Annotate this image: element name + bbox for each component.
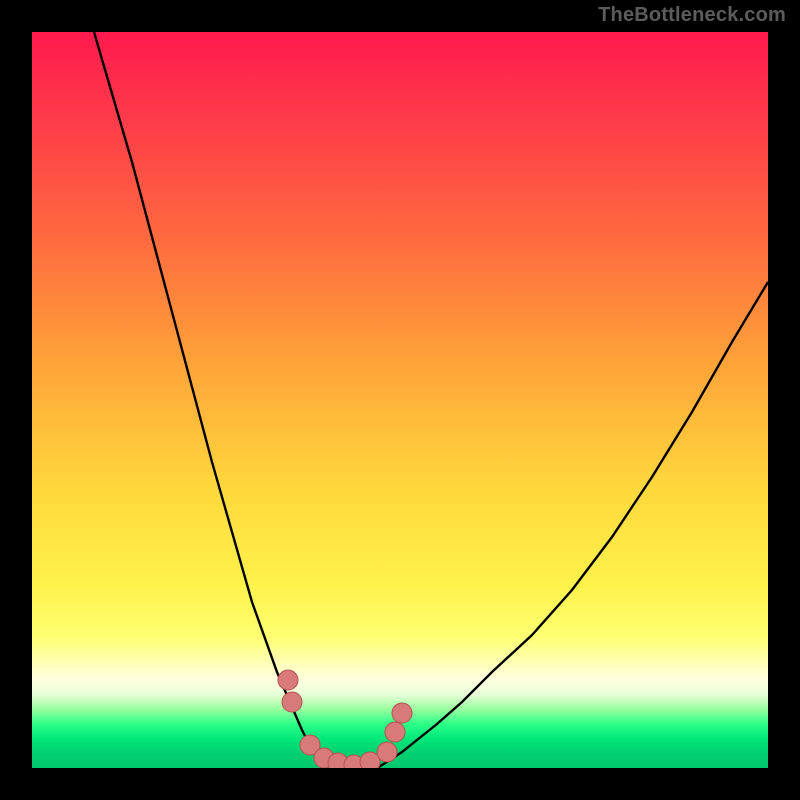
left-curve	[94, 32, 327, 768]
curve-marker	[278, 670, 298, 690]
right-curve	[377, 282, 768, 768]
watermark-text: TheBottleneck.com	[598, 4, 786, 27]
curve-marker	[385, 722, 405, 742]
curve-marker	[282, 692, 302, 712]
curve-marker	[377, 742, 397, 762]
curve-marker	[392, 703, 412, 723]
chart-svg	[32, 32, 768, 768]
